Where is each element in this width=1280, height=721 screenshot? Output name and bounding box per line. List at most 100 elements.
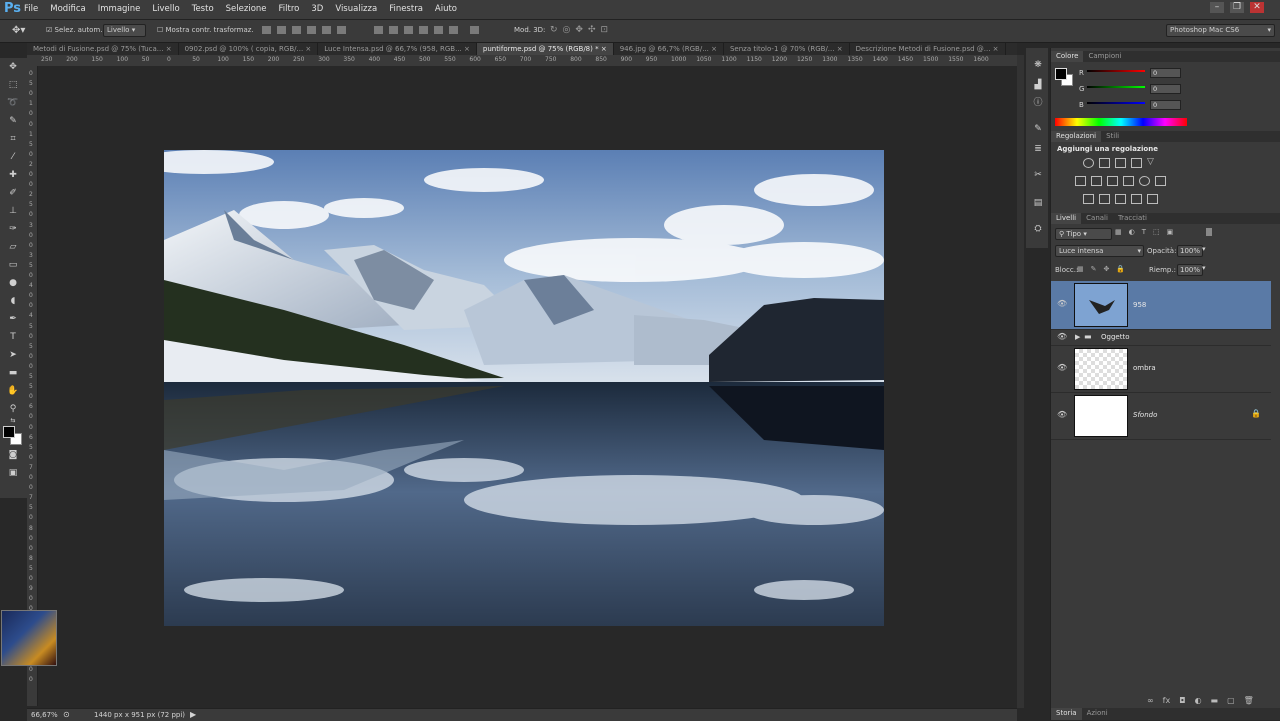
filter-pixel-icon[interactable]: ▦ (1115, 228, 1122, 236)
marquee-tool-icon[interactable]: ⬚ (7, 80, 19, 90)
tab-puntiforme[interactable]: puntiforme.psd @ 75% (RGB/8) * × (476, 43, 614, 55)
distribute-hcenter-icon[interactable] (434, 26, 443, 34)
color-balance-icon[interactable] (1091, 176, 1102, 186)
green-value[interactable]: 0 (1150, 84, 1181, 94)
healing-brush-tool-icon[interactable]: ✚ (7, 170, 19, 180)
workspace-dropdown[interactable]: Photoshop Mac CS6 ▾ (1166, 24, 1275, 37)
fill-arrow-icon[interactable]: ▾ (1202, 264, 1206, 272)
align-hcenter-icon[interactable] (322, 26, 331, 34)
tab-luce-intensa[interactable]: Luce Intensa.psd @ 66,7% (958, RGB... × (318, 43, 477, 55)
layer-name[interactable]: Sfondo (1133, 411, 1157, 419)
layer-row-sfondo[interactable]: 👁 Sfondo 🔒 (1051, 393, 1271, 440)
layer-row-ombra[interactable]: 👁 ombra (1051, 346, 1271, 393)
eraser-tool-icon[interactable]: ▱ (7, 242, 19, 252)
menu-aiuto[interactable]: Aiuto (435, 4, 457, 14)
paths-icon[interactable]: ⛭ (1032, 224, 1044, 234)
menu-finestra[interactable]: Finestra (389, 4, 423, 14)
black-white-icon[interactable] (1107, 176, 1118, 186)
posterize-icon[interactable] (1099, 194, 1110, 204)
tab-descrizione-metodi[interactable]: Descrizione Metodi di Fusione.psd @... × (850, 43, 1006, 55)
tab-regolazioni[interactable]: Regolazioni (1051, 131, 1102, 142)
threshold-icon[interactable] (1115, 194, 1126, 204)
photo-filter-icon[interactable] (1123, 176, 1134, 186)
filter-shape-icon[interactable]: ⬚ (1153, 228, 1160, 236)
gradient-tool-icon[interactable]: ▭ (7, 260, 19, 270)
crop-tool-icon[interactable]: ⌗ (7, 134, 19, 144)
transform-controls-checkbox[interactable]: ☐ Mostra contr. trasformaz. (157, 26, 254, 34)
autoselect-dropdown[interactable]: Livello ▾ (103, 24, 146, 37)
lasso-tool-icon[interactable]: ➰ (7, 98, 19, 108)
red-value[interactable]: 0 (1150, 68, 1181, 78)
pen-tool-icon[interactable]: ✒ (7, 314, 19, 324)
move-tool-preset-icon[interactable]: ✥▾ (12, 25, 25, 36)
distribute-bottom-icon[interactable] (404, 26, 413, 34)
panel-3d-icon[interactable]: ❋ (1032, 60, 1044, 70)
delete-layer-icon[interactable]: 🗑 (1244, 696, 1254, 705)
layer-name[interactable]: ombra (1133, 364, 1156, 372)
filter-type-icon[interactable]: T (1142, 228, 1146, 236)
properties-icon[interactable]: ▤ (1032, 198, 1044, 208)
document-image[interactable] (164, 150, 884, 626)
status-info-icon[interactable]: ⊙ (63, 710, 70, 719)
tab-canali[interactable]: Canali (1081, 213, 1113, 224)
menu-visualizza[interactable]: Visualizza (335, 4, 377, 14)
group-expand-arrow-icon[interactable]: ▶ (1075, 333, 1080, 341)
tab-metodi-di-fusione[interactable]: Metodi di Fusione.psd @ 75% (Tuca... × (27, 43, 179, 55)
menu-testo[interactable]: Testo (192, 4, 214, 14)
pan-3d-icon[interactable]: ✥ (575, 25, 583, 35)
color-lookup-icon[interactable] (1155, 176, 1166, 186)
type-tool-icon[interactable]: T (7, 332, 19, 342)
distribute-left-icon[interactable] (419, 26, 428, 34)
hand-tool-icon[interactable]: ✋ (7, 386, 19, 396)
distribute-top-icon[interactable] (374, 26, 383, 34)
blue-slider[interactable] (1087, 102, 1145, 104)
hue-saturation-icon[interactable] (1075, 176, 1086, 186)
tab-senza-titolo-1[interactable]: Senza titolo-1 @ 70% (RGB/... × (724, 43, 850, 55)
tab-storia[interactable]: Storia (1051, 708, 1082, 720)
tab-946[interactable]: 946.jpg @ 66,7% (RGB/... × (614, 43, 724, 55)
gradient-map-icon[interactable] (1147, 194, 1158, 204)
status-menu-arrow-icon[interactable]: ▶ (190, 710, 196, 719)
menu-filtro[interactable]: Filtro (279, 4, 300, 14)
restore-icon[interactable]: ❐ (1230, 2, 1244, 13)
red-slider[interactable] (1087, 70, 1145, 72)
vertical-scrollbar[interactable] (1017, 55, 1024, 708)
align-bottom-icon[interactable] (292, 26, 301, 34)
history-brush-tool-icon[interactable]: ✑ (7, 224, 19, 234)
minimize-icon[interactable]: – (1210, 2, 1224, 13)
green-slider[interactable] (1087, 86, 1145, 88)
auto-align-icon[interactable] (470, 26, 479, 34)
tab-tracciati[interactable]: Tracciati (1113, 213, 1152, 224)
dodge-tool-icon[interactable]: ◖ (7, 296, 19, 306)
filter-toggle-switch[interactable] (1206, 228, 1212, 236)
exposure-icon[interactable] (1131, 158, 1142, 168)
tool-presets-icon[interactable]: ✂ (1032, 170, 1044, 180)
tab-stili[interactable]: Stili (1101, 131, 1124, 142)
invert-icon[interactable] (1083, 194, 1094, 204)
visibility-eye-icon[interactable]: 👁 (1057, 410, 1067, 419)
link-layers-icon[interactable]: ∞ (1147, 696, 1154, 705)
fill-field[interactable]: 100% (1177, 264, 1203, 276)
new-layer-icon[interactable]: ▢ (1227, 696, 1235, 705)
brightness-contrast-icon[interactable] (1083, 158, 1094, 168)
menu-file[interactable]: File (24, 4, 38, 14)
blue-value[interactable]: 0 (1150, 100, 1181, 110)
lock-position-icon[interactable]: ✥ (1104, 265, 1110, 273)
quick-selection-tool-icon[interactable]: ✎ (7, 116, 19, 126)
tab-0902[interactable]: 0902.psd @ 100% ( copia, RGB/... × (179, 43, 319, 55)
brush-presets-icon[interactable]: ✎ (1032, 124, 1044, 134)
align-right-icon[interactable] (337, 26, 346, 34)
add-mask-icon[interactable]: ◘ (1179, 696, 1185, 705)
distribute-vcenter-icon[interactable] (389, 26, 398, 34)
shape-tool-icon[interactable]: ▬ (7, 368, 19, 378)
tab-livelli[interactable]: Livelli (1051, 213, 1082, 224)
layer-row-958[interactable]: 👁 958 (1051, 281, 1271, 330)
slide-3d-icon[interactable]: ✣ (588, 25, 596, 35)
scale-3d-icon[interactable]: ⊡ (601, 25, 609, 35)
tab-colore[interactable]: Colore (1051, 51, 1084, 62)
info-icon[interactable]: ⓘ (1032, 98, 1044, 108)
color-panel-foreground[interactable] (1055, 68, 1067, 80)
align-top-icon[interactable] (262, 26, 271, 34)
layer-row-oggetto[interactable]: 👁 ▶ ▬ Oggetto (1051, 330, 1271, 346)
color-spectrum-bar[interactable] (1055, 118, 1187, 126)
